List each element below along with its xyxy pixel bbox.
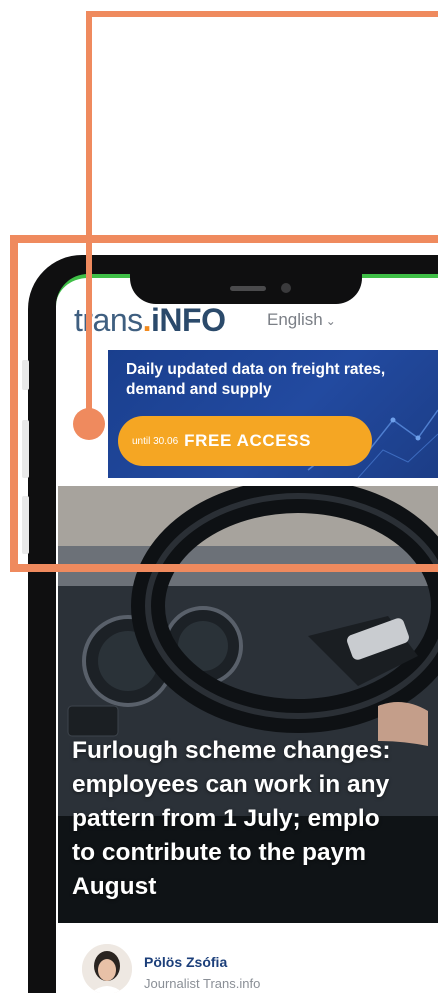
language-label: English <box>267 310 323 329</box>
author-name[interactable]: Pölös Zsófia <box>144 954 227 970</box>
phone-notch <box>130 258 362 304</box>
free-access-button[interactable]: until 30.06 FREE ACCESS <box>118 416 372 466</box>
promo-banner[interactable]: Daily updated data on freight rates, dem… <box>108 350 438 478</box>
phone-side-button <box>22 360 29 390</box>
author-photo <box>82 944 132 993</box>
language-selector[interactable]: English ⌄ <box>267 309 336 332</box>
callout-marker-dot <box>73 408 105 440</box>
phone-side-button <box>22 420 29 478</box>
phone-side-button <box>22 496 29 554</box>
cta-until-date: until 30.06 <box>132 435 179 447</box>
logo-text-trans: trans <box>74 302 143 338</box>
callout-line-top <box>86 11 438 17</box>
article-hero-image[interactable]: Furlough scheme changes: employees can w… <box>58 486 438 923</box>
chevron-down-icon: ⌄ <box>325 314 336 328</box>
phone-screen: trans.iNFO English ⌄ Daily updated data o… <box>56 274 438 993</box>
cta-label: FREE ACCESS <box>184 431 312 450</box>
author-role: Journalist Trans.info <box>144 976 261 991</box>
stage: trans.iNFO English ⌄ Daily updated data o… <box>0 0 438 993</box>
article-headline[interactable]: Furlough scheme changes: employees can w… <box>72 734 432 904</box>
phone-speaker <box>230 286 266 291</box>
phone-camera <box>281 283 291 293</box>
logo-text-dot: . <box>142 302 152 338</box>
callout-line-vertical <box>86 11 92 423</box>
banner-headline: Daily updated data on freight rates, dem… <box>126 361 386 398</box>
author-avatar[interactable] <box>82 944 132 993</box>
site-logo[interactable]: trans.iNFO <box>74 302 226 338</box>
logo-text-info: iNFO <box>151 302 226 338</box>
